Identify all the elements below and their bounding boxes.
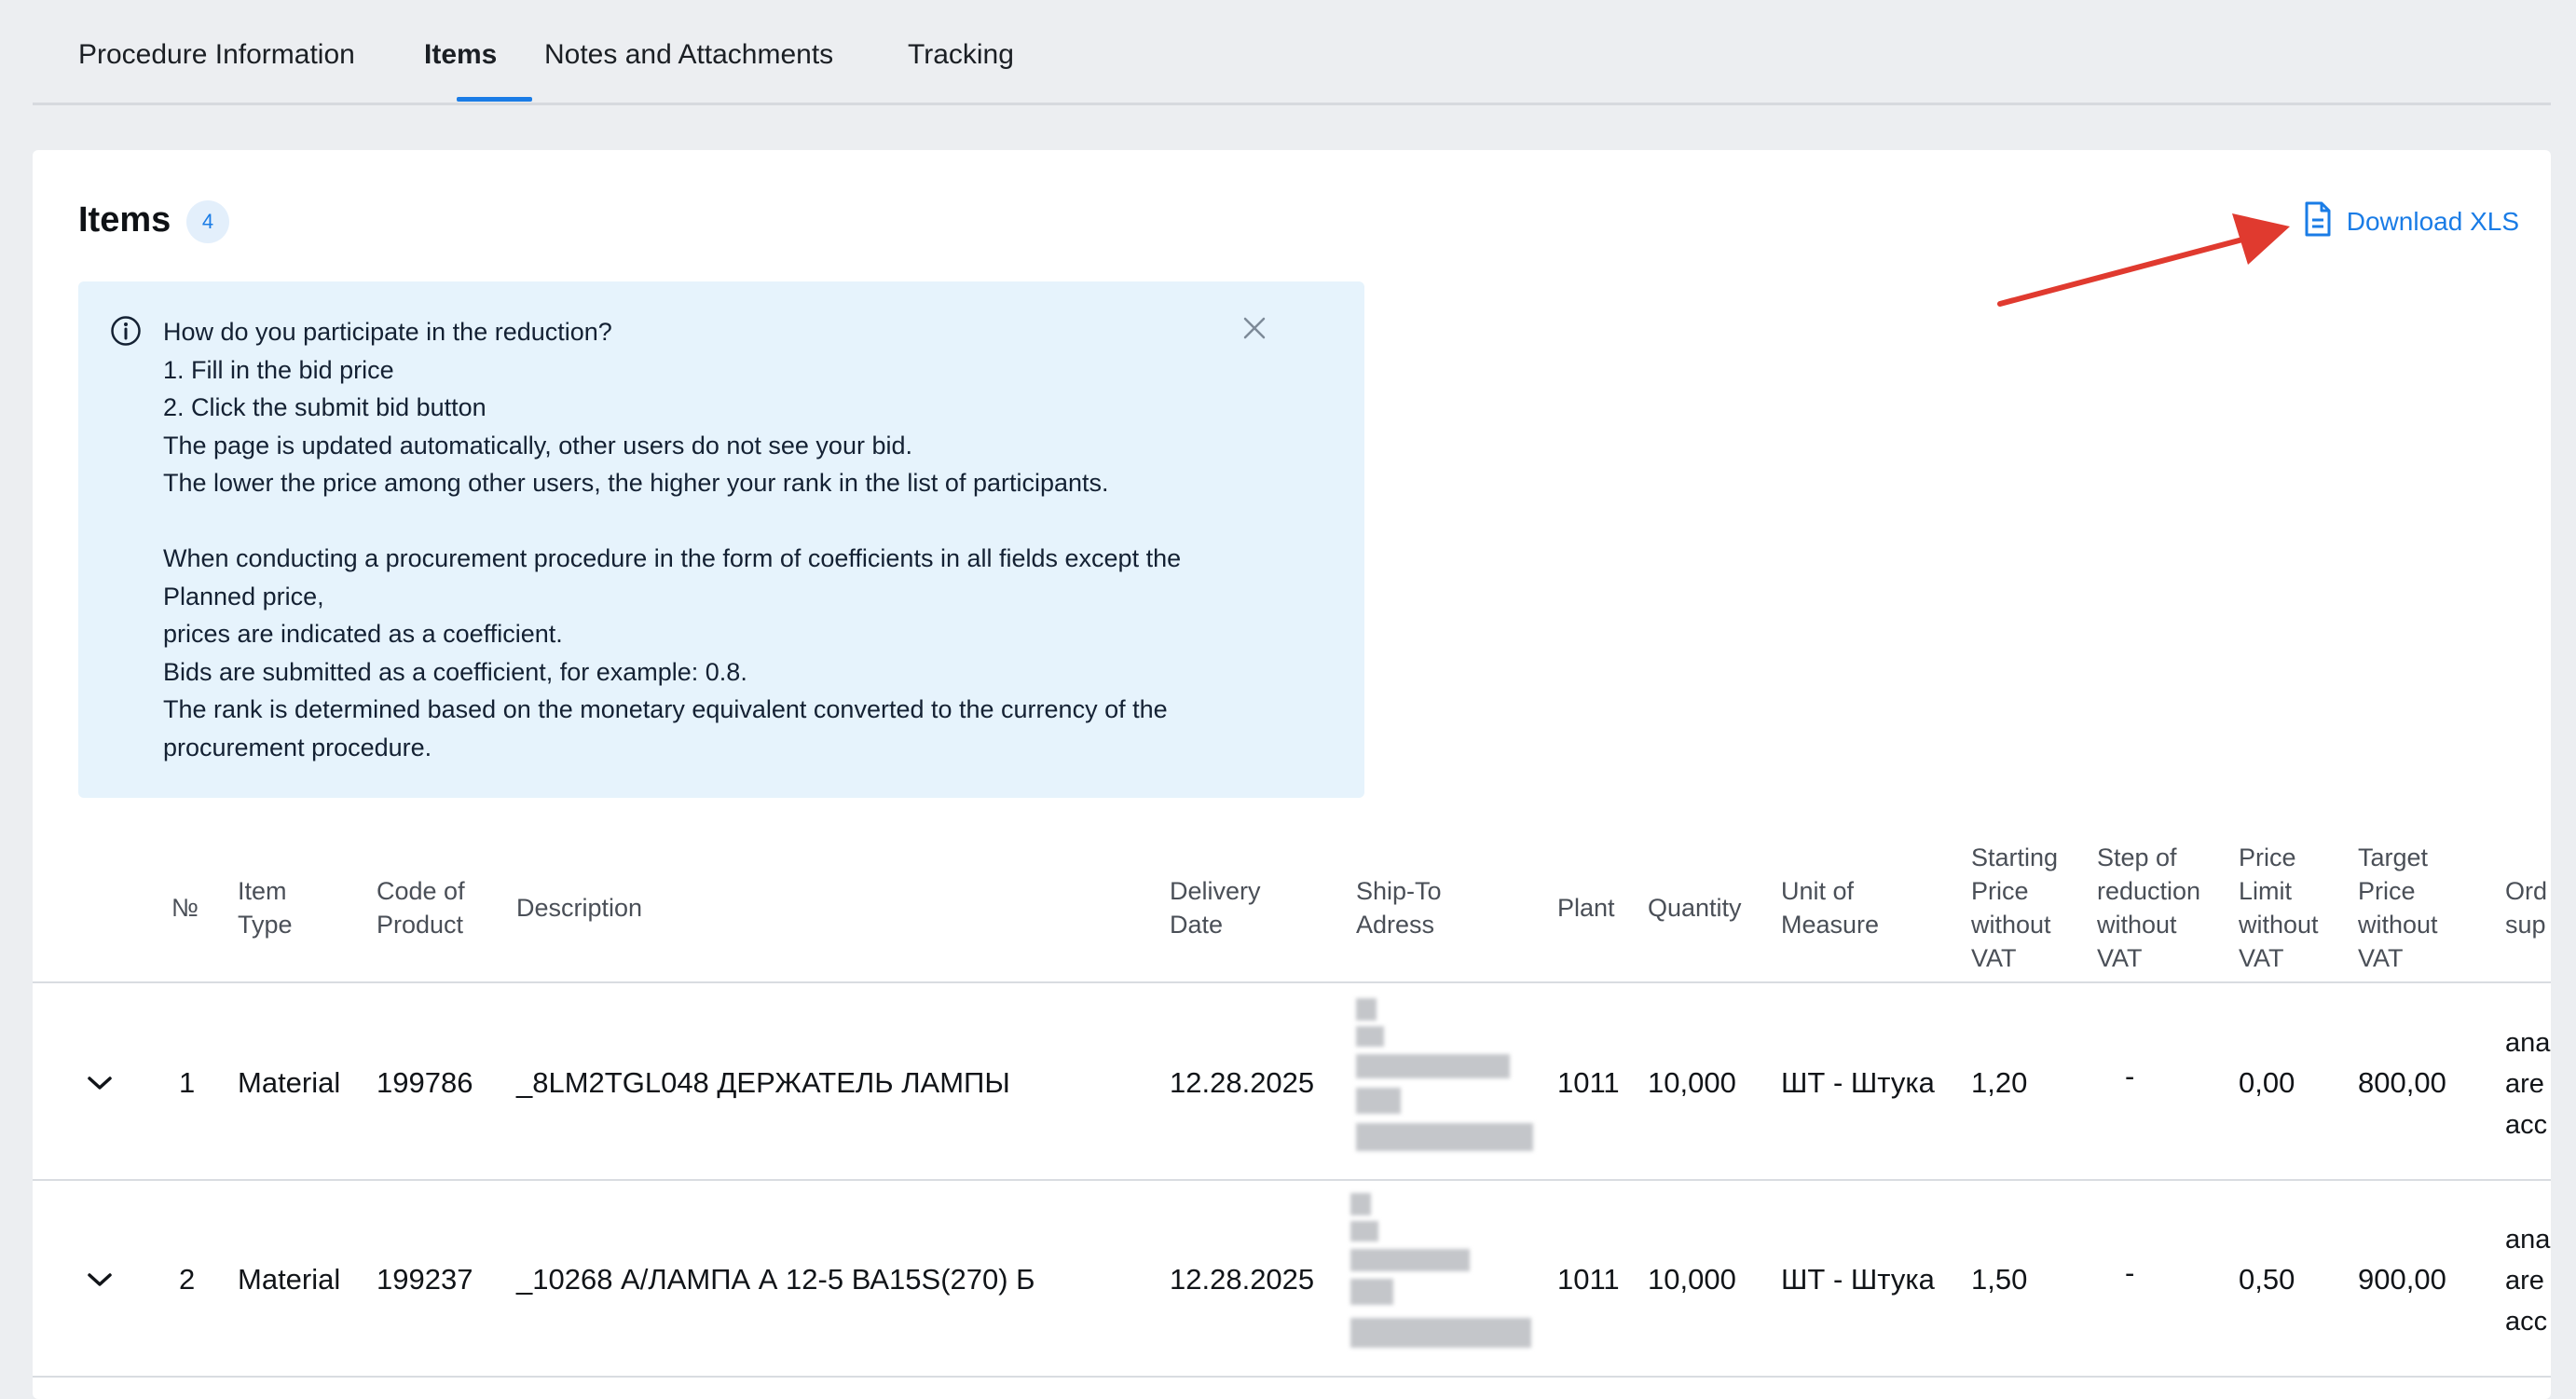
cell-step: - xyxy=(2125,1060,2135,1092)
col-header-quantity: Quantity xyxy=(1648,893,1742,922)
info-line: How do you participate in the reduction? xyxy=(163,318,612,346)
cell-step: - xyxy=(2125,1256,2135,1289)
col-header-price-limit: Price Limit without VAT xyxy=(2239,843,2319,972)
table-row[interactable]: 1 Material 199786 _8LM2TGL048 ДЕРЖАТЕЛЬ … xyxy=(33,985,2551,1181)
close-icon[interactable] xyxy=(1240,313,1269,348)
info-line: The rank is determined based on the mone… xyxy=(163,695,1168,723)
download-xls-button[interactable]: Download XLS xyxy=(2304,200,2519,243)
cell-delivery-date: 12.28.2025 xyxy=(1170,1263,1315,1296)
tab-items[interactable]: Items xyxy=(424,39,497,71)
tab-bar: Procedure Information Items Notes and At… xyxy=(33,0,2551,105)
info-line: When conducting a procurement procedure … xyxy=(163,544,1182,572)
table-header: № Item Type Code of Product Description De… xyxy=(33,831,2551,983)
col-header-code-of-product: Code of Product xyxy=(377,876,465,939)
col-header-description: Description xyxy=(516,893,643,922)
download-xls-label: Download XLS xyxy=(2346,207,2519,236)
col-header-starting-price: Starting Price without VAT xyxy=(1971,843,2059,972)
cell-plant: 1011 xyxy=(1557,1263,1620,1296)
cell-starting-price: 1,20 xyxy=(1971,1066,2028,1099)
tab-procedure-information[interactable]: Procedure Information xyxy=(78,39,355,71)
chevron-down-icon[interactable] xyxy=(86,1182,114,1378)
document-icon xyxy=(2304,201,2332,243)
cell-price-limit: 0,50 xyxy=(2239,1263,2295,1296)
chevron-down-icon[interactable] xyxy=(86,985,114,1181)
cell-ord-sup: ana are acc xyxy=(2505,1028,2551,1140)
cell-item-type: Material xyxy=(238,1263,341,1296)
info-line: The lower the price among other users, t… xyxy=(163,469,1109,497)
col-header-unit-of-measure: Unit of Measure xyxy=(1781,876,1880,939)
col-header-step-of-reduction: Step of reduction without VAT xyxy=(2097,843,2201,972)
info-line: 2. Click the submit bid button xyxy=(163,393,486,421)
info-line: prices are indicated as a coefficient. xyxy=(163,620,563,648)
cell-plant: 1011 xyxy=(1557,1066,1620,1099)
info-notice: How do you participate in the reduction?… xyxy=(78,281,1364,798)
cell-quantity: 10,000 xyxy=(1648,1263,1736,1296)
col-header-ord-sup: Ord sup xyxy=(2505,876,2548,939)
tab-notes-and-attachments[interactable]: Notes and Attachments xyxy=(544,39,833,71)
items-title: Items xyxy=(78,200,171,240)
col-header-target-price: Target Price without VAT xyxy=(2358,843,2438,972)
col-header-plant: Plant xyxy=(1557,893,1615,922)
cell-unit-of-measure: ШТ - Штука xyxy=(1781,1263,1935,1296)
info-line: Bids are submitted as a coefficient, for… xyxy=(163,657,747,686)
table-row[interactable]: 2 Material 199237 _10268 А/ЛАМПА А 12-5 … xyxy=(33,1182,2551,1378)
col-header-number: № xyxy=(171,893,199,922)
cell-code: 199786 xyxy=(377,1066,473,1099)
col-header-ship-to-address: Ship-To Adress xyxy=(1356,876,1442,939)
info-line: The page is updated automatically, other… xyxy=(163,431,912,459)
cell-item-type: Material xyxy=(238,1066,341,1099)
info-line: Planned price, xyxy=(163,582,324,610)
info-line xyxy=(163,502,1328,541)
cell-description: _8LM2TGL048 ДЕРЖАТЕЛЬ ЛАМПЫ xyxy=(516,1066,1010,1099)
active-tab-indicator xyxy=(457,97,532,102)
cell-code: 199237 xyxy=(377,1263,473,1296)
info-line: procurement procedure. xyxy=(163,733,432,761)
info-line: 1. Fill in the bid price xyxy=(163,355,394,384)
col-header-item-type: Item Type xyxy=(238,876,293,939)
cell-starting-price: 1,50 xyxy=(1971,1263,2028,1296)
cell-number: 2 xyxy=(179,1263,196,1296)
info-text: How do you participate in the reduction?… xyxy=(163,313,1328,766)
tab-tracking[interactable]: Tracking xyxy=(908,39,1014,71)
cell-ord-sup: ana are acc xyxy=(2505,1225,2551,1337)
cell-unit-of-measure: ШТ - Штука xyxy=(1781,1066,1935,1099)
col-header-delivery-date: Delivery Date xyxy=(1170,876,1261,939)
cell-quantity: 10,000 xyxy=(1648,1066,1736,1099)
cell-description: _10268 А/ЛАМПА А 12-5 ВА15S(270) Б xyxy=(516,1263,1035,1296)
cell-delivery-date: 12.28.2025 xyxy=(1170,1066,1315,1099)
cell-number: 1 xyxy=(179,1066,196,1099)
items-count-badge: 4 xyxy=(186,200,229,243)
cell-target-price: 900,00 xyxy=(2358,1263,2446,1296)
items-card: Items 4 Download XLS How do you particip… xyxy=(33,150,2551,1399)
info-icon xyxy=(110,315,142,351)
cell-price-limit: 0,00 xyxy=(2239,1066,2295,1099)
cell-target-price: 800,00 xyxy=(2358,1066,2446,1099)
